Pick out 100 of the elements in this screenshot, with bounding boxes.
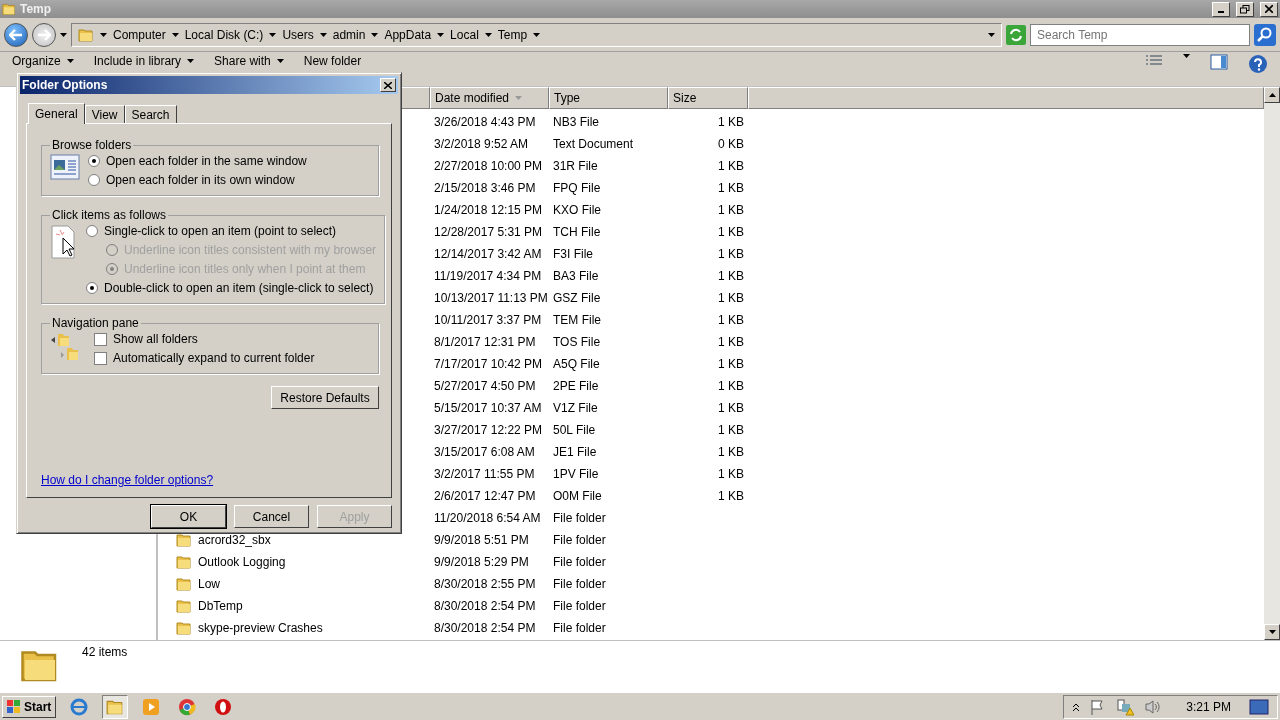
document-pointer-icon bbox=[50, 224, 78, 260]
checkbox[interactable] bbox=[94, 351, 107, 365]
file-name[interactable]: skype-preview Crashes bbox=[198, 621, 323, 635]
scrollbar[interactable] bbox=[1264, 87, 1280, 640]
help-link[interactable]: How do I change folder options? bbox=[41, 473, 214, 487]
date-cell: 5/27/2017 4:50 PM bbox=[434, 379, 536, 393]
option-label: Double-click to open an item (single-click to select) bbox=[104, 281, 374, 295]
restore-defaults-button[interactable]: Restore Defaults bbox=[271, 386, 379, 409]
type-cell: GSZ File bbox=[553, 291, 601, 305]
date-cell: 7/17/2017 10:42 PM bbox=[434, 357, 543, 371]
caret-icon bbox=[269, 32, 277, 37]
sort-caret-icon bbox=[515, 96, 523, 100]
breadcrumb[interactable]: Local Disk (C:) bbox=[184, 27, 264, 42]
restore-button[interactable] bbox=[1236, 1, 1254, 17]
tab[interactable]: View bbox=[84, 105, 125, 123]
size-cell: 1 KB bbox=[718, 379, 744, 393]
radio-button[interactable] bbox=[88, 174, 100, 186]
type-cell: BA3 File bbox=[553, 269, 599, 283]
type-cell: File folder bbox=[553, 577, 606, 591]
option-label: Single-click to open an item (point to select) bbox=[104, 224, 337, 238]
breadcrumb[interactable]: Users bbox=[282, 27, 314, 42]
type-cell: KXO File bbox=[553, 203, 601, 217]
radio-button[interactable] bbox=[86, 282, 98, 294]
breadcrumb[interactable]: Local bbox=[450, 27, 479, 42]
restore-icon bbox=[1240, 4, 1250, 14]
file-name[interactable]: Outlook Logging bbox=[198, 555, 286, 569]
chevron-up-icon[interactable] bbox=[1072, 701, 1081, 712]
toolbar-button[interactable]: New folder bbox=[303, 54, 362, 68]
network-warning-icon[interactable] bbox=[1116, 697, 1135, 716]
folder-icon bbox=[2, 2, 16, 16]
radio-button[interactable] bbox=[86, 225, 98, 237]
option-label: Show all folders bbox=[113, 332, 198, 346]
folder-icon bbox=[176, 620, 192, 636]
refresh-icon[interactable] bbox=[1006, 24, 1026, 45]
forward-button[interactable] bbox=[32, 22, 56, 47]
type-cell: 31R File bbox=[553, 159, 598, 173]
preview-pane-icon[interactable] bbox=[1210, 54, 1228, 70]
file-name[interactable]: acrord32_sbx bbox=[198, 533, 271, 547]
search-field[interactable]: Search Temp bbox=[1030, 23, 1250, 46]
option-label: Automatically expand to current folder bbox=[113, 351, 315, 365]
size-cell: 1 KB bbox=[718, 357, 744, 371]
speaker-icon[interactable] bbox=[1144, 698, 1163, 715]
option-label: Open each folder in its own window bbox=[106, 173, 295, 187]
type-cell: TOS File bbox=[553, 335, 601, 349]
group-title: Navigation pane bbox=[51, 316, 140, 330]
caret-icon bbox=[988, 32, 995, 37]
size-cell: 1 KB bbox=[718, 489, 744, 503]
date-cell: 2/27/2018 10:00 PM bbox=[434, 159, 543, 173]
window-icon bbox=[50, 154, 80, 180]
file-name[interactable]: DbTemp bbox=[198, 599, 243, 613]
clock[interactable]: 3:21 PM bbox=[1186, 699, 1231, 714]
show-desktop-icon[interactable] bbox=[1249, 697, 1269, 716]
size-cell: 1 KB bbox=[718, 445, 744, 459]
folder-icon bbox=[176, 532, 192, 548]
folder-icon bbox=[78, 26, 94, 43]
size-cell: 1 KB bbox=[718, 291, 744, 305]
breadcrumb[interactable]: Computer bbox=[113, 27, 166, 42]
minimize-button[interactable] bbox=[1212, 1, 1230, 17]
caret-icon bbox=[60, 32, 67, 37]
date-cell: 8/30/2018 2:55 PM bbox=[434, 577, 536, 591]
date-cell: 2/6/2017 12:47 PM bbox=[434, 489, 536, 503]
toolbar-button[interactable]: Organize bbox=[12, 54, 74, 68]
close-icon bbox=[384, 81, 392, 89]
caret-icon bbox=[171, 32, 179, 37]
size-cell: 1 KB bbox=[718, 467, 744, 481]
toolbar-button[interactable]: Share with bbox=[214, 54, 284, 68]
search-icon[interactable] bbox=[1254, 23, 1276, 46]
close-button[interactable] bbox=[1260, 1, 1278, 17]
checkbox[interactable] bbox=[94, 332, 107, 346]
dialog-button[interactable]: Cancel bbox=[234, 505, 309, 528]
date-cell: 2/15/2018 3:46 PM bbox=[434, 181, 536, 195]
file-name[interactable]: Low bbox=[198, 577, 220, 591]
scroll-down-icon bbox=[1268, 630, 1276, 634]
breadcrumb[interactable]: AppData bbox=[384, 27, 432, 42]
caret-icon bbox=[371, 32, 379, 37]
type-cell: Text Document bbox=[553, 137, 634, 151]
column-header[interactable]: Date modified bbox=[430, 87, 549, 109]
taskbar-folder-icon[interactable] bbox=[102, 694, 129, 719]
dialog-button[interactable]: OK bbox=[151, 505, 226, 528]
caret-icon bbox=[1183, 54, 1190, 58]
view-list-icon[interactable] bbox=[1145, 54, 1163, 68]
column-header[interactable]: Size bbox=[668, 87, 748, 109]
breadcrumb[interactable]: Temp bbox=[497, 27, 528, 42]
column-header[interactable]: Type bbox=[549, 87, 668, 109]
start-button[interactable]: Start bbox=[2, 695, 57, 718]
address-bar[interactable]: Computer Local Disk (C:) Users admin AppData Local Temp bbox=[71, 22, 1002, 47]
back-button[interactable] bbox=[4, 22, 28, 47]
item-count: 42 items bbox=[82, 645, 128, 659]
breadcrumb[interactable]: admin bbox=[332, 27, 366, 42]
toolbar-button[interactable]: Include in library bbox=[93, 54, 195, 68]
date-cell: 8/1/2017 12:31 PM bbox=[434, 335, 536, 349]
tab[interactable]: Search bbox=[124, 105, 177, 123]
date-cell: 5/15/2017 10:37 AM bbox=[434, 401, 542, 415]
help-icon[interactable] bbox=[1248, 54, 1268, 74]
close-button[interactable] bbox=[380, 78, 396, 92]
tab[interactable]: General bbox=[28, 103, 85, 124]
type-cell: TCH File bbox=[553, 225, 601, 239]
radio-button[interactable] bbox=[88, 155, 100, 167]
date-cell: 9/9/2018 5:51 PM bbox=[434, 533, 529, 547]
date-cell: 3/2/2017 11:55 PM bbox=[434, 467, 535, 481]
